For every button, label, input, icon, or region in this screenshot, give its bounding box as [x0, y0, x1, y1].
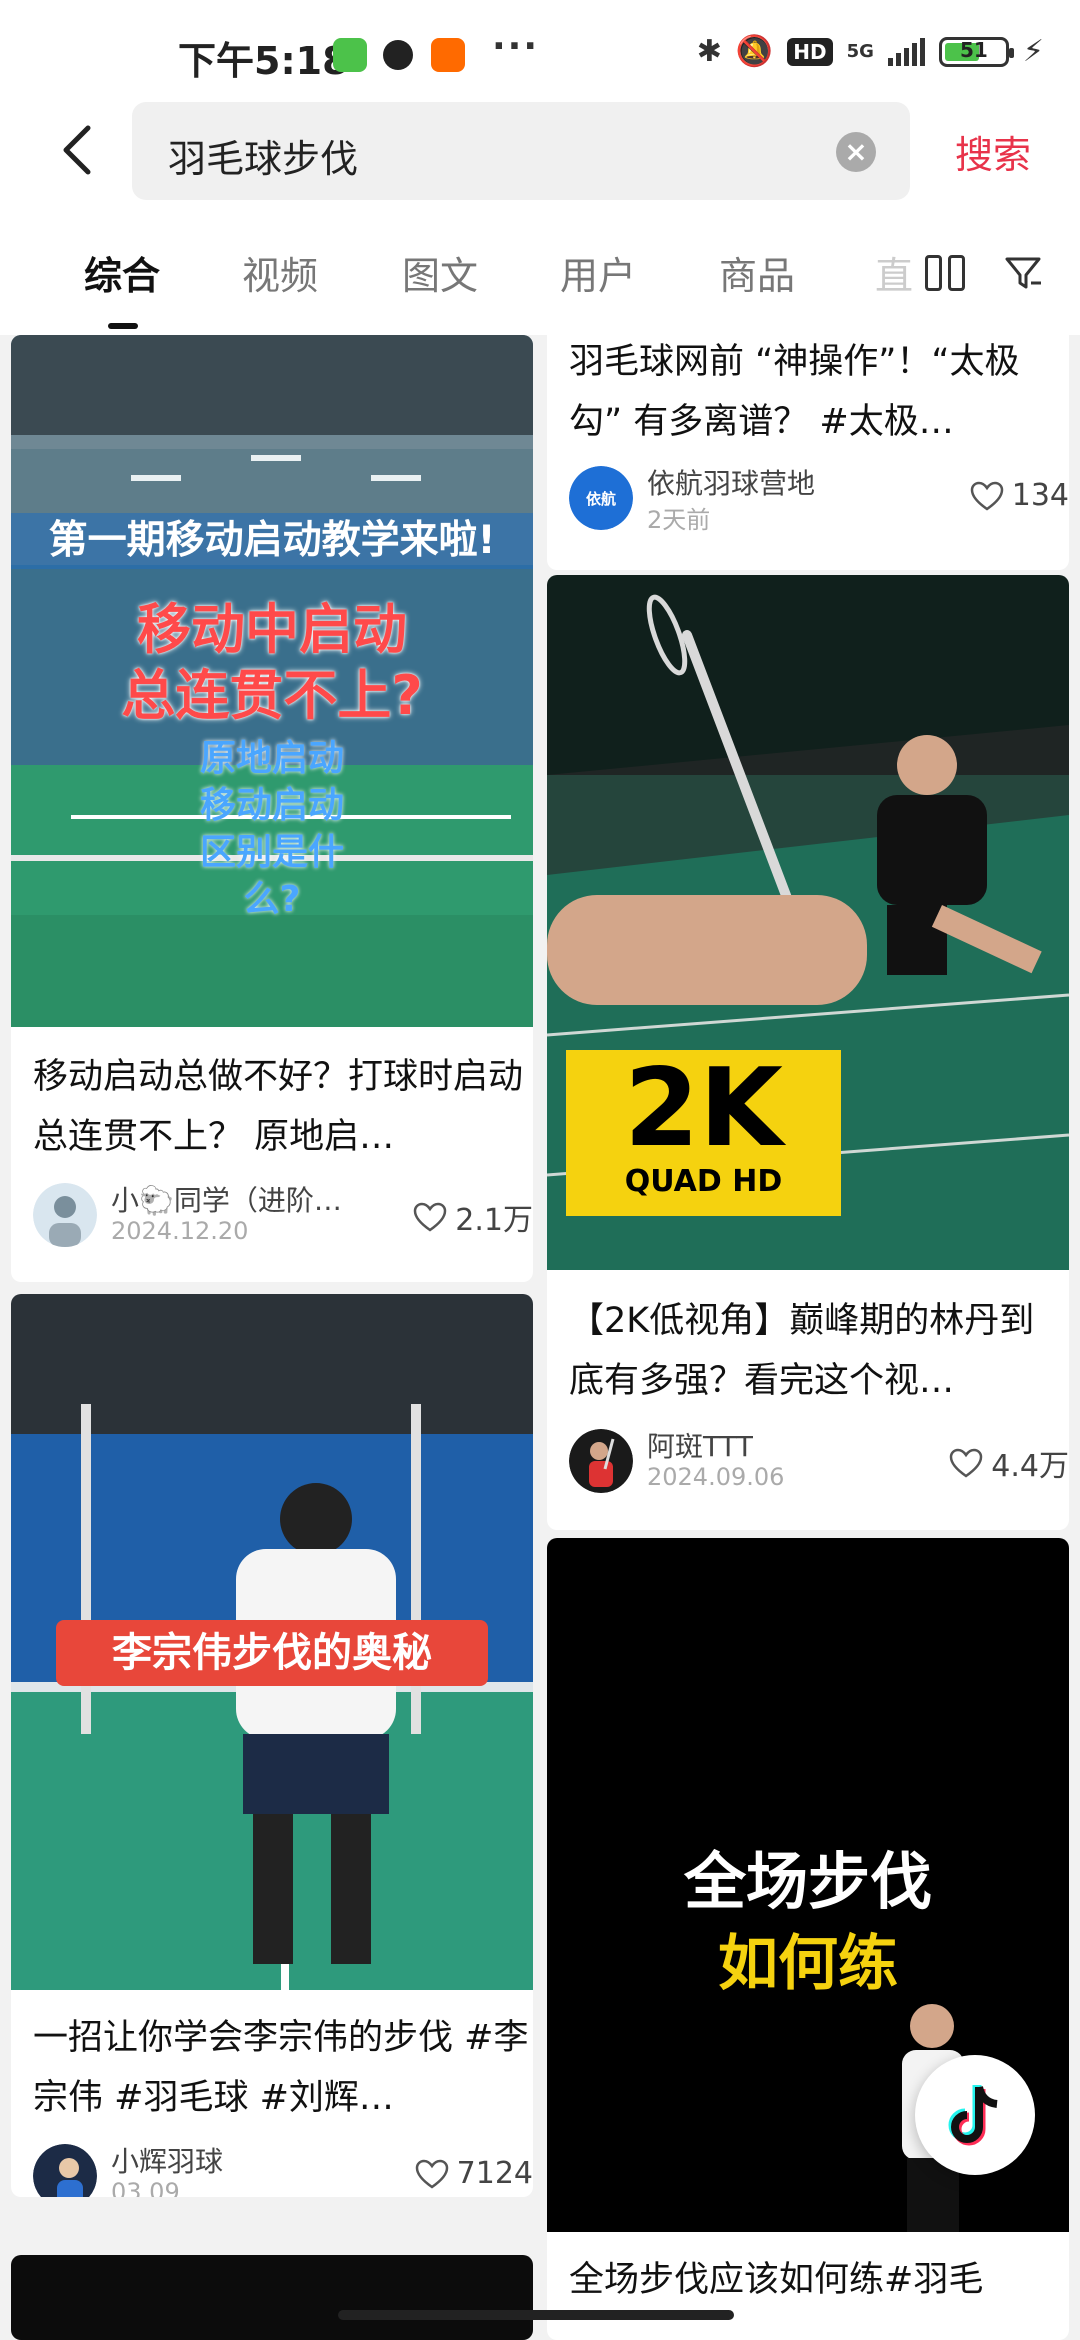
app-58-icon — [431, 38, 465, 72]
status-indicators: ✱ 🔕 HD 5G 51 ⚡ — [697, 34, 1044, 69]
heart-icon — [415, 2159, 448, 2189]
home-indicator[interactable] — [338, 2310, 734, 2320]
card-meta: 小辉羽球 03.09 7124 — [33, 2142, 533, 2197]
post-date: 2024.12.20 — [111, 1217, 249, 1245]
feed-card[interactable]: 李宗伟步伐的奥秘 一招让你学会李宗伟的步伐 #李宗伟 #羽毛球 #刘辉… 小辉羽… — [11, 1294, 533, 2197]
thumbnail-subtext: 原地启动 移动启动 区别是什 么? — [199, 738, 344, 920]
bluetooth-icon: ✱ — [696, 34, 722, 69]
quality-badge: 2K QUAD HD — [566, 1050, 841, 1216]
heart-icon — [970, 481, 1003, 511]
tab-video[interactable]: 视频 — [242, 245, 318, 300]
card-meta: 依航 依航羽球营地 2天前 134 — [569, 464, 1069, 534]
charging-icon: ⚡ — [1022, 34, 1044, 69]
douyin-float-button[interactable] — [915, 2055, 1035, 2175]
tab-image-text[interactable]: 图文 — [402, 245, 478, 300]
thumbnail-headline: 全场步伐 — [683, 1845, 932, 1918]
status-time: 下午5:18 — [178, 39, 349, 83]
heart-icon — [414, 1202, 447, 1232]
status-bar: 下午5:18 ··· ✱ 🔕 HD 5G 51 ⚡ — [0, 0, 1080, 100]
category-tabs: 综合 视频 图文 用户 商品 直 — [0, 225, 1080, 335]
qq-icon — [383, 40, 413, 70]
filter-icon[interactable] — [1003, 253, 1043, 293]
author-name: 依航羽球营地 — [647, 467, 816, 500]
feed-card[interactable]: 2K QUAD HD 【2K低视角】巅峰期的林丹到底有多强？看完这个视… 阿斑T… — [547, 575, 1069, 1530]
like-count: 2.1万 — [455, 1203, 533, 1238]
card-meta: 阿斑TTT 2024.09.06 4.4万 — [569, 1427, 1069, 1497]
like-button[interactable]: 134 — [970, 478, 1069, 513]
more-notifications-icon: ··· — [492, 26, 540, 67]
mute-bell-icon: 🔕 — [735, 34, 774, 69]
post-date: 2天前 — [647, 506, 711, 534]
card-title: 一招让你学会李宗伟的步伐 #李宗伟 #羽毛球 #刘辉… — [33, 2018, 529, 2118]
heart-icon — [950, 1448, 983, 1478]
search-input[interactable]: 羽毛球步伐 × — [132, 102, 910, 200]
search-header: 羽毛球步伐 × 搜索 — [0, 100, 1080, 225]
post-date: 2024.09.06 — [647, 1463, 785, 1491]
clear-icon[interactable]: × — [836, 132, 876, 172]
author-name: 阿斑TTT — [647, 1430, 754, 1463]
search-button[interactable]: 搜索 — [955, 124, 1031, 179]
signal-icon — [887, 37, 925, 66]
card-meta: 小🐑同学（进阶… 2024.12.20 2.1万 — [33, 1181, 533, 1251]
like-count: 134 — [1011, 478, 1069, 513]
thumbnail-headline: 移动中启动 总连贯不上? — [121, 598, 423, 727]
avatar — [569, 1429, 633, 1493]
like-button[interactable]: 2.1万 — [413, 1195, 533, 1239]
quality-badge-main: 2K — [624, 1046, 783, 1171]
feed-card[interactable]: 羽毛球网前 “神操作”！“太极勾” 有多离谱？ #太极… 依航 依航羽球营地 2… — [547, 320, 1069, 570]
tab-products[interactable]: 商品 — [719, 245, 795, 300]
thumbnail-banner: 第一期移动启动教学来啦! — [11, 513, 533, 569]
hd-icon: HD — [787, 37, 833, 66]
back-arrow-icon[interactable] — [50, 120, 110, 180]
avatar — [33, 1183, 97, 1247]
card-title: 【2K低视角】巅峰期的林丹到底有多强？看完这个视… — [569, 1301, 1035, 1401]
avatar — [33, 2144, 97, 2197]
active-tab-indicator — [108, 323, 138, 329]
card-title: 全场步伐应该如何练#羽毛 — [569, 2260, 984, 2300]
thumbnail-banner: 李宗伟步伐的奥秘 — [56, 1620, 488, 1686]
svg-text:依航: 依航 — [586, 490, 616, 508]
thumbnail-subtext: 如何练 — [718, 1929, 898, 1999]
douyin-icon — [948, 2085, 998, 2146]
avatar: 依航 — [569, 466, 633, 530]
card-title: 移动启动总做不好？打球时启动总连贯不上？ 原地启… — [33, 1057, 524, 1157]
search-query: 羽毛球步伐 — [168, 137, 359, 181]
like-button[interactable]: 7124 — [415, 2156, 533, 2191]
like-button[interactable]: 4.4万 — [949, 1441, 1069, 1485]
feed-card[interactable]: 第一期移动启动教学来啦! 移动中启动 总连贯不上? 原地启动 移动启动 区别是什… — [11, 335, 533, 1282]
wechat-icon — [333, 38, 367, 72]
author-name: 小辉羽球 — [111, 2145, 224, 2178]
tab-live[interactable]: 直 — [875, 245, 913, 300]
tab-comprehensive[interactable]: 综合 — [84, 245, 160, 300]
battery-level: 51 — [960, 37, 988, 62]
quality-badge-sub: QUAD HD — [624, 1164, 783, 1199]
layout-toggle-icon[interactable] — [925, 255, 965, 291]
tab-users[interactable]: 用户 — [560, 245, 636, 300]
card-title: 羽毛球网前 “神操作”！“太极勾” 有多离谱？ #太极… — [569, 342, 1020, 442]
author-name: 小🐑同学（进阶… — [111, 1184, 342, 1217]
feed-card[interactable] — [11, 2255, 533, 2340]
post-date: 03.09 — [111, 2178, 180, 2197]
feed-card[interactable]: 全场步伐 如何练 全场步伐应该如何练#羽毛 — [547, 1538, 1069, 2340]
like-count: 7124 — [456, 2156, 533, 2191]
battery-icon: 51 — [938, 36, 1014, 67]
network-type: 5G — [846, 40, 874, 62]
like-count: 4.4万 — [991, 1449, 1069, 1484]
